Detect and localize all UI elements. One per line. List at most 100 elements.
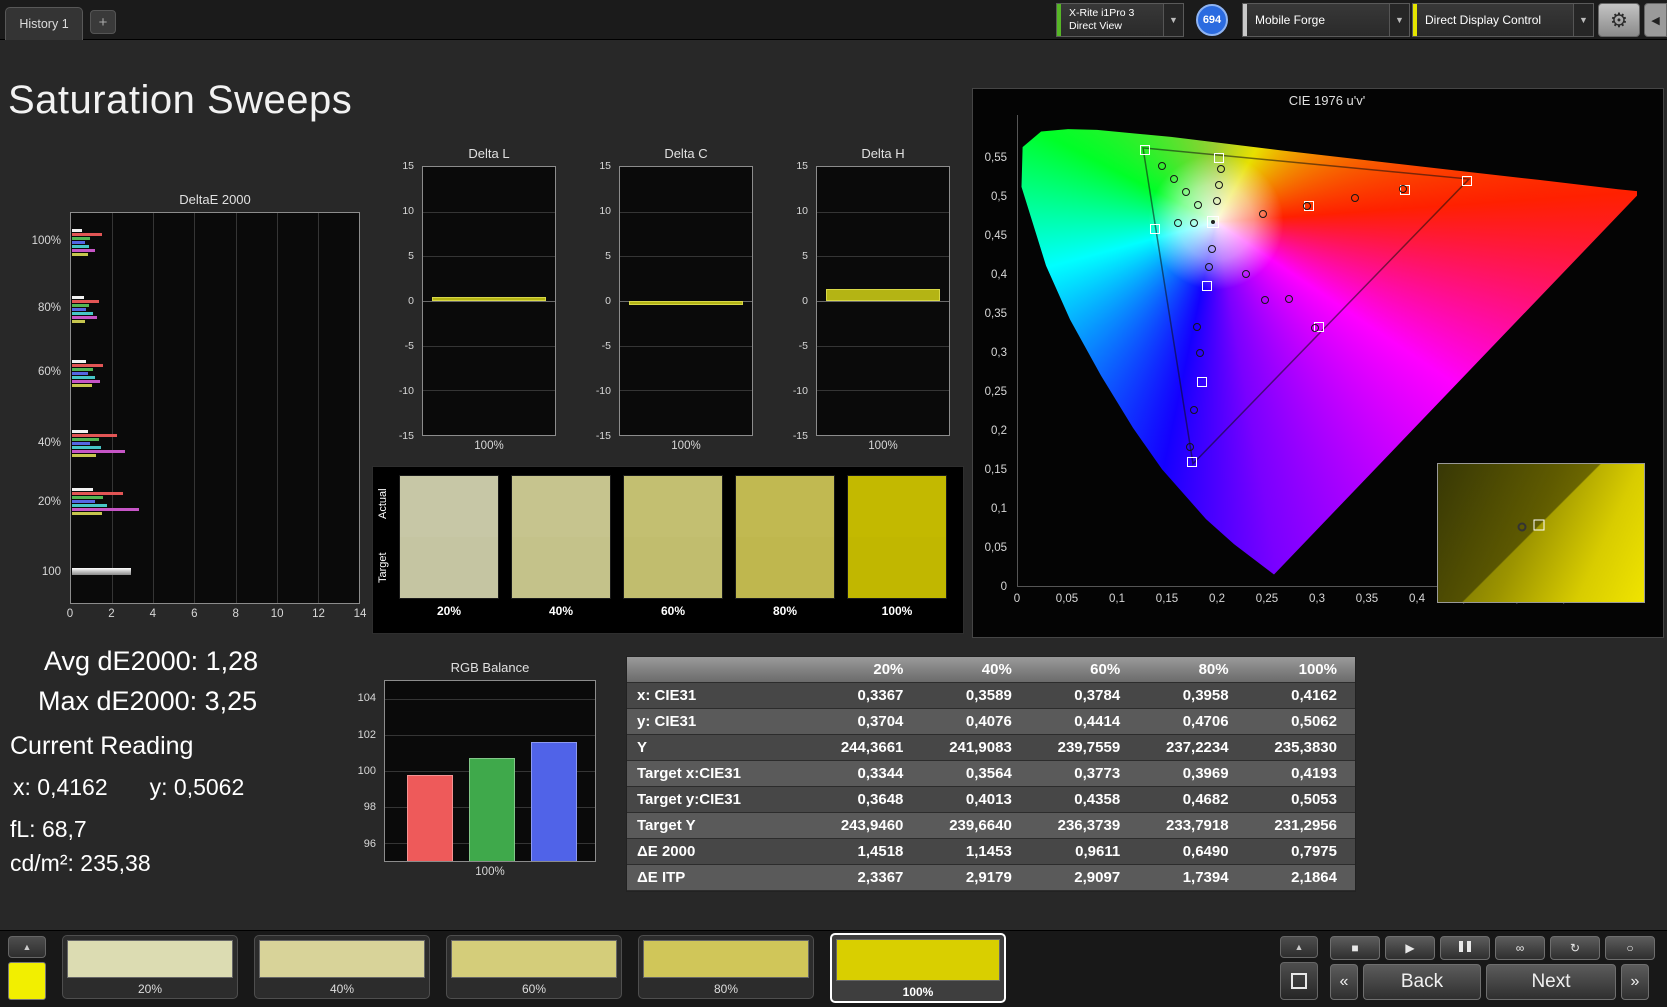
table-row: Target Y243,9460239,6640236,3739233,7918… [627,813,1355,839]
back-button[interactable]: Back [1363,964,1481,1000]
saturation-level-button-40[interactable]: 40% [254,935,430,999]
measured-marker [1285,295,1293,303]
plot-area [422,166,556,436]
table-cell: 237,2234 [1138,739,1246,756]
deltae-bar [72,500,95,503]
axis-tick-label: -15 [596,430,611,442]
target-swatch [400,537,498,598]
chevron-down-icon[interactable]: ▼ [1389,4,1409,36]
measured-marker [1399,185,1407,193]
deltae-bar [72,360,86,363]
swatch-column: 20% [399,475,499,627]
table-cell: 2,9097 [1030,869,1138,886]
stop-button[interactable]: ■ [1330,936,1380,960]
delta-c-chart: Delta C 151050-5-10-15 100% [589,146,757,464]
axis-tick-label: 0,25 [985,386,1007,398]
actual-row-label: Actual [377,473,393,535]
x-reading: x: 0,4162 [13,774,108,801]
deltae-bar [72,320,85,323]
pattern-window-button[interactable] [1280,962,1318,1000]
source-selector[interactable]: Mobile Forge ▼ [1242,3,1410,37]
level-label: 100% [836,985,1000,999]
gridline [817,301,949,302]
saturation-level-button-100[interactable]: 100% [830,933,1006,1003]
table-cell: 239,6640 [921,817,1029,834]
deltae-bar-group [72,229,359,257]
meter-selector[interactable]: X-Rite i1Pro 3 Direct View ▼ [1056,3,1184,37]
deltae-bar [72,245,89,248]
source-name: Mobile Forge [1255,13,1381,27]
axis-tick-label: 0,1 [1109,593,1125,605]
axis-tick-label: 0,05 [985,542,1007,554]
play-button[interactable]: ▶ [1385,936,1435,960]
deltae-bar [72,372,88,375]
axis-tick-label: 0,35 [985,308,1007,320]
table-cell: 0,4414 [1030,713,1138,730]
measured-marker [1193,323,1201,331]
pause-button[interactable] [1440,936,1490,960]
chart-title: Delta C [619,146,753,161]
gridline [385,699,595,700]
prev-chevron-button[interactable]: « [1330,964,1358,1000]
measured-marker [1174,219,1182,227]
saturation-level-button-60[interactable]: 60% [446,935,622,999]
x-axis-label: 100% [816,440,950,452]
settings-gear-button[interactable]: ⚙ [1598,3,1640,37]
measurement-count-badge[interactable]: 694 [1196,4,1228,36]
table-cell: 0,3969 [1138,765,1246,782]
y-axis-labels: 1041021009896 [350,680,380,862]
saturation-level-button-80[interactable]: 80% [638,935,814,999]
deltae2000-chart: DeltaE 2000 100%80%60%40%20%100 02468101… [28,192,364,634]
measured-marker [1182,188,1190,196]
actual-target-swatch [623,475,723,599]
actual-swatch [512,476,610,537]
x-axis-label: 100% [422,440,556,452]
axis-tick-label: -5 [405,340,414,352]
table-cell: 0,9611 [1030,843,1138,860]
deltae-bar [72,253,88,256]
continuous-button[interactable]: ∞ [1495,936,1545,960]
axis-tick-label: -10 [596,385,611,397]
deltae-bar [72,249,95,252]
expand-left-button[interactable]: ▲ [8,936,46,958]
current-color-swatch[interactable] [8,962,46,1000]
chevron-down-icon[interactable]: ▼ [1573,4,1593,36]
target-marker [1150,224,1160,234]
gridline [817,346,949,347]
repeat-button[interactable]: ↻ [1550,936,1600,960]
table-cell: 0,3648 [813,791,921,808]
current-reading-heading: Current Reading [10,732,193,761]
axis-tick-label: -5 [799,340,808,352]
next-chevron-button[interactable]: » [1621,964,1649,1000]
chevron-down-icon[interactable]: ▼ [1163,4,1183,36]
x-axis-label: 100% [384,866,596,878]
expand-right-button[interactable]: ▲ [1280,936,1318,958]
axis-tick-label: -15 [793,430,808,442]
axis-tick-label: 5 [605,250,611,262]
axis-tick-label: 0,4 [1409,593,1425,605]
panel-collapse-button[interactable]: ◀ [1644,3,1667,37]
target-marker [1140,145,1150,155]
saturation-level-button-20[interactable]: 20% [62,935,238,999]
measured-marker [1158,162,1166,170]
history-tab[interactable]: History 1 [5,7,83,40]
axis-tick-label: 5 [802,250,808,262]
swatch-column: 60% [623,475,723,627]
deltae-bar [72,380,100,383]
add-tab-button[interactable]: + [90,10,116,34]
axis-tick-label: 0,45 [985,230,1007,242]
page-title: Saturation Sweeps [8,78,352,123]
green-balance-bar [469,758,515,861]
axis-tick-label: 100% [32,235,61,247]
measured-marker [1213,197,1221,205]
record-button[interactable]: ○ [1605,936,1655,960]
next-button[interactable]: Next [1486,964,1616,1000]
table-cell: 2,1864 [1247,869,1355,886]
axis-tick-label: 60% [38,366,61,378]
display-control-selector[interactable]: Direct Display Control ▼ [1412,3,1594,37]
axis-tick-label: -5 [602,340,611,352]
target-marker [1202,281,1212,291]
actual-target-swatch [511,475,611,599]
plot-area [384,680,596,862]
gridline [153,213,154,603]
